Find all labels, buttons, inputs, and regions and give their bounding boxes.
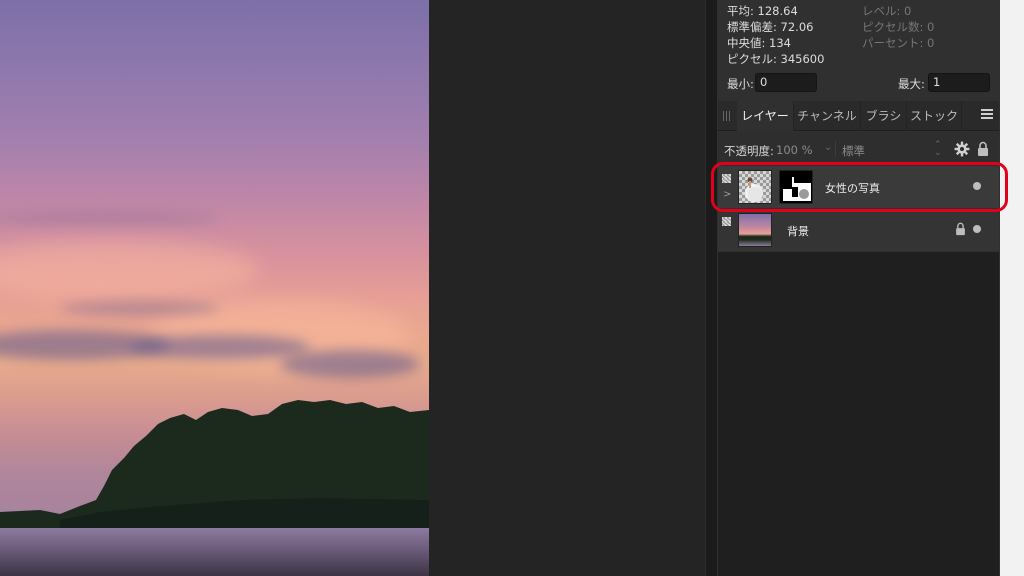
panel-tabbar: レイヤー チャンネル ブラシ ストック [718,101,999,131]
histogram-mean: 平均: 128.64 [727,4,798,18]
max-label: 最大: [898,77,925,91]
transparency-checker-icon [722,217,731,226]
visibility-toggle-icon[interactable] [973,182,981,190]
layer-thumbnail [738,170,772,204]
tab-layers[interactable]: レイヤー [737,101,794,131]
max-input[interactable]: 1 [928,73,990,92]
histogram-pixel-count: ピクセル数: 0 [862,20,935,34]
histogram-std-dev: 標準偏差: 72.06 [727,20,814,34]
histogram-percent: パーセント: 0 [862,36,935,50]
histogram-level: レベル: 0 [862,4,912,18]
chevron-down-icon[interactable]: ⌄ [824,142,832,153]
tab-channels[interactable]: チャンネル [794,101,861,131]
divider [835,141,836,157]
tab-stock[interactable]: ストック [907,101,962,131]
histogram-pixels: ピクセル: 345600 [727,52,825,66]
min-label: 最小: [727,77,754,91]
gear-icon[interactable] [954,141,970,157]
layer-mask-thumbnail [779,170,813,204]
updown-chevron-icon[interactable]: ⌃ ⌄ [934,141,942,158]
layer-thumbnail [738,213,772,247]
panel-grip-handle[interactable] [723,111,731,121]
blend-mode-select[interactable]: 標準 [842,143,865,159]
lock-icon[interactable] [955,222,966,236]
water-reflection [0,528,429,576]
lock-icon[interactable] [977,141,989,157]
treeline-silhouette [0,400,429,540]
layer-controls-row: 不透明度: 100 % ⌄ 標準 ⌃ ⌄ [718,132,999,166]
chevron-right-icon[interactable]: > [723,189,731,200]
opacity-input[interactable]: 100 % [776,143,813,157]
layer-name[interactable]: 背景 [787,223,809,239]
layers-list-empty-area [718,252,999,576]
transparency-checker-icon [722,174,731,183]
layer-row-woman-photo[interactable]: > 女性の写真 [718,166,999,208]
window-edge [1000,0,1024,576]
opacity-label: 不透明度: [724,144,774,158]
panel-splitter[interactable] [705,0,717,576]
layer-row-background[interactable]: 背景 [718,209,999,251]
min-input[interactable]: 0 [755,73,817,92]
tab-brushes[interactable]: ブラシ [861,101,907,131]
visibility-toggle-icon[interactable] [973,225,981,233]
canvas-background [429,0,705,576]
canvas-photo[interactable] [0,0,429,576]
hamburger-menu-icon[interactable] [981,109,993,121]
layer-name[interactable]: 女性の写真 [825,180,880,196]
histogram-median: 中央値: 134 [727,36,791,50]
